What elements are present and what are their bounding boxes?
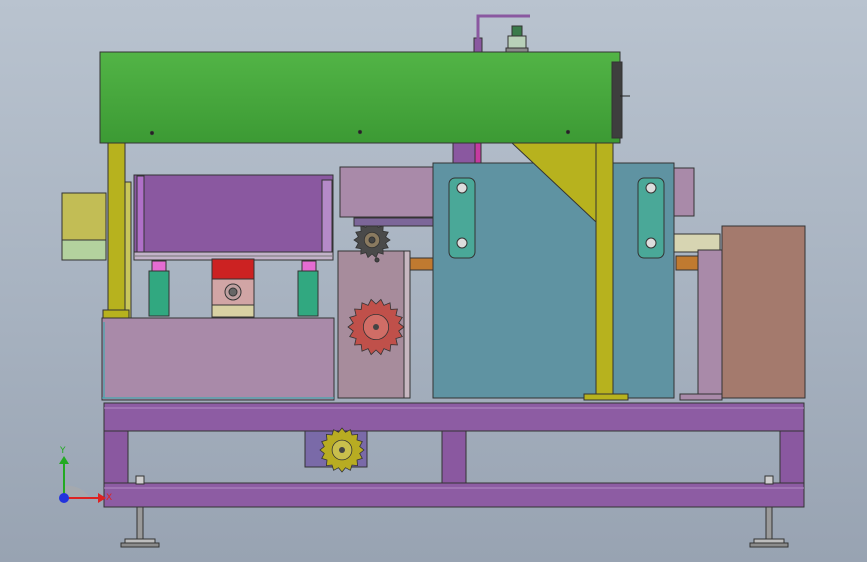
- guide-column-left: [102, 141, 132, 319]
- x-axis-label: X: [106, 493, 112, 503]
- cad-viewport[interactable]: X Y: [0, 0, 867, 562]
- lower-sprocket: [304, 427, 368, 473]
- machine-assembly-drawing: X Y: [59, 14, 806, 548]
- pillow-block-bearing: [211, 258, 255, 318]
- top-motor: [473, 14, 530, 53]
- left-lower-box: [101, 317, 335, 401]
- left-side-block: [61, 192, 107, 261]
- base-frame: [103, 402, 805, 508]
- support-post-left: [148, 260, 170, 317]
- right-stand: [679, 249, 723, 401]
- top-hood: [99, 51, 630, 144]
- gear-housing: [432, 162, 675, 399]
- y-axis-label: Y: [59, 446, 66, 456]
- support-post-right: [297, 260, 319, 317]
- left-carriage: [133, 174, 334, 261]
- vertical-rod: [452, 141, 482, 167]
- side-cabinet: [721, 225, 806, 399]
